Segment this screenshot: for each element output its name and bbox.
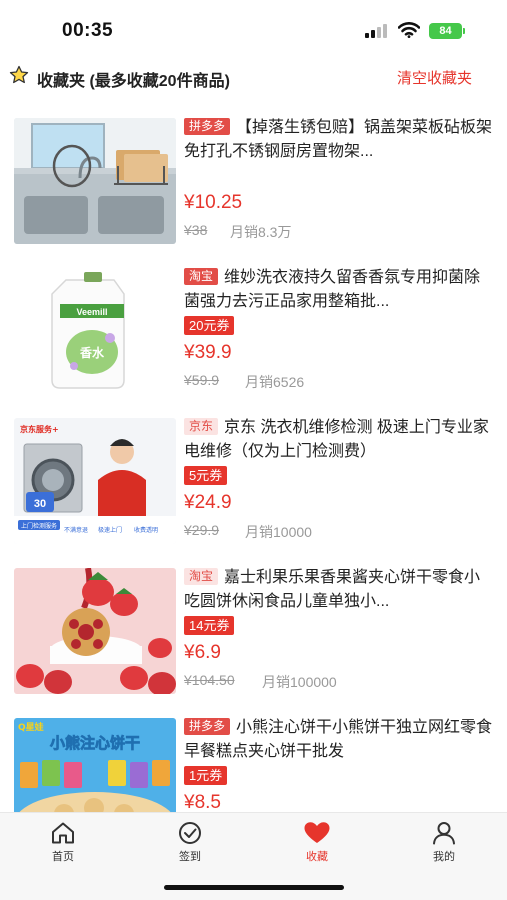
product-title-text: 维妙洗衣液持久留香香氛专用抑菌除菌强力去污正品家用整箱批... xyxy=(184,269,481,310)
tab-profile[interactable]: 我的 xyxy=(414,821,474,864)
jd-tag: 极速上门 xyxy=(98,526,122,534)
original-price: ¥59.9 xyxy=(184,372,220,388)
coupon-badge: 5元券 xyxy=(184,466,228,485)
product-image[interactable] xyxy=(14,568,176,694)
status-bar: 00:35 84 xyxy=(0,0,507,58)
platform-badge: 拼多多 xyxy=(184,718,231,735)
original-price: ¥104.50 xyxy=(184,672,235,688)
detergent-label: 香水 xyxy=(79,345,105,360)
product-title[interactable]: 淘宝 维妙洗衣液持久留香香氛专用抑菌除菌强力去污正品家用整箱批... xyxy=(184,266,494,314)
monthly-sales: 月销100000 xyxy=(262,674,337,690)
home-indicator xyxy=(164,885,344,890)
product-image[interactable]: Q星娃 小熊注心饼干 xyxy=(14,718,176,812)
jd-promo-price: 30 xyxy=(34,498,46,510)
product-title-text: 嘉士利果乐果香果酱夹心饼干零食小吃圆饼休闲食品儿童单独小... xyxy=(184,569,481,610)
product-price: ¥6.9 xyxy=(184,642,221,663)
tab-home[interactable]: 首页 xyxy=(33,821,93,864)
monthly-sales: 月销6526 xyxy=(245,374,305,390)
heart-icon xyxy=(304,822,330,843)
product-price: ¥39.9 xyxy=(184,342,232,363)
product-price: ¥24.9 xyxy=(184,492,232,513)
battery-icon: 84 xyxy=(429,23,462,39)
home-icon xyxy=(52,822,74,844)
wifi-icon xyxy=(398,22,420,38)
product-item[interactable]: 淘宝 嘉士利果乐果香果酱夹心饼干零食小吃圆饼休闲食品儿童单独小... 14元券 ¥… xyxy=(0,556,507,706)
tab-label: 签到 xyxy=(179,851,201,863)
tab-label: 首页 xyxy=(52,851,74,863)
cellular-signal-icon xyxy=(365,24,389,38)
product-price: ¥10.25 xyxy=(184,192,243,213)
platform-badge: 京东 xyxy=(184,418,219,435)
monthly-sales: 月销10000 xyxy=(245,524,312,540)
product-item[interactable]: Veemill 香水 淘宝 维妙洗衣液持久留香香氛专用抑菌除菌强力去污正品家用整箱… xyxy=(0,256,507,406)
battery-cap xyxy=(463,28,465,34)
product-title-text: 【掉落生锈包赔】锅盖架菜板砧板架免打孔不锈钢厨房置物架... xyxy=(184,119,493,160)
tab-checkin[interactable]: 签到 xyxy=(160,821,220,864)
user-icon xyxy=(433,822,455,845)
product-title-text: 京东 洗衣机维修检测 极速上门专业家电维修（仅为上门检测费） xyxy=(184,419,489,460)
star-icon xyxy=(9,65,29,84)
product-title[interactable]: 淘宝 嘉士利果乐果香果酱夹心饼干零食小吃圆饼休闲食品儿童单独小... xyxy=(184,566,494,614)
clear-favorites-button[interactable]: 清空收藏夹 xyxy=(397,67,472,88)
tab-favorites[interactable]: 收藏 xyxy=(287,821,347,864)
product-image[interactable] xyxy=(14,118,176,244)
coupon-badge: 1元券 xyxy=(184,766,228,785)
detergent-brand: Veemill xyxy=(76,307,107,317)
favorites-header: 收藏夹 (最多收藏20件商品) 清空收藏夹 xyxy=(0,58,507,98)
cookie-banner-title: 小熊注心饼干 xyxy=(50,734,140,752)
check-circle-icon xyxy=(179,822,201,844)
tab-label: 我的 xyxy=(433,851,455,863)
product-title[interactable]: 拼多多 【掉落生锈包赔】锅盖架菜板砧板架免打孔不锈钢厨房置物架... xyxy=(184,116,494,164)
page-title: 收藏夹 (最多收藏20件商品) xyxy=(37,73,230,90)
product-item[interactable]: 京东服务+ 30 上门检测服务 不满意退 极速上门 收费透明 京东 京东 洗衣机维… xyxy=(0,406,507,556)
platform-badge: 拼多多 xyxy=(184,118,231,135)
favorites-list: 拼多多 【掉落生锈包赔】锅盖架菜板砧板架免打孔不锈钢厨房置物架... ¥10.25… xyxy=(0,106,507,812)
jd-tag: 收费透明 xyxy=(134,526,158,534)
platform-badge: 淘宝 xyxy=(184,268,219,285)
tab-label: 收藏 xyxy=(306,851,328,863)
product-item[interactable]: 拼多多 【掉落生锈包赔】锅盖架菜板砧板架免打孔不锈钢厨房置物架... ¥10.25… xyxy=(0,106,507,256)
product-title[interactable]: 拼多多 小熊注心饼干小熊饼干独立网红零食早餐糕点夹心饼干批发 xyxy=(184,716,494,764)
product-image[interactable]: 京东服务+ 30 上门检测服务 不满意退 极速上门 收费透明 xyxy=(14,418,176,544)
jd-service-logo: 京东服务+ xyxy=(20,424,59,434)
cookie-brand-logo: Q星娃 xyxy=(18,721,44,733)
product-item[interactable]: Q星娃 小熊注心饼干 拼多多 小熊注心饼干小熊饼干独立网红零食早餐糕点夹心饼干批发… xyxy=(0,706,507,812)
jd-service-banner: 上门检测服务 xyxy=(21,522,57,530)
product-price: ¥8.5 xyxy=(184,792,221,812)
product-title-text: 小熊注心饼干小熊饼干独立网红零食早餐糕点夹心饼干批发 xyxy=(184,719,493,760)
product-image[interactable]: Veemill 香水 xyxy=(14,268,176,394)
original-price: ¥29.9 xyxy=(184,522,220,538)
status-time: 00:35 xyxy=(62,20,114,41)
monthly-sales: 月销8.3万 xyxy=(230,224,292,240)
jd-tag: 不满意退 xyxy=(64,526,88,534)
original-price: ¥38 xyxy=(184,222,208,238)
product-title[interactable]: 京东 京东 洗衣机维修检测 极速上门专业家电维修（仅为上门检测费） xyxy=(184,416,494,464)
platform-badge: 淘宝 xyxy=(184,568,219,585)
coupon-badge: 20元券 xyxy=(184,316,235,335)
coupon-badge: 14元券 xyxy=(184,616,235,635)
